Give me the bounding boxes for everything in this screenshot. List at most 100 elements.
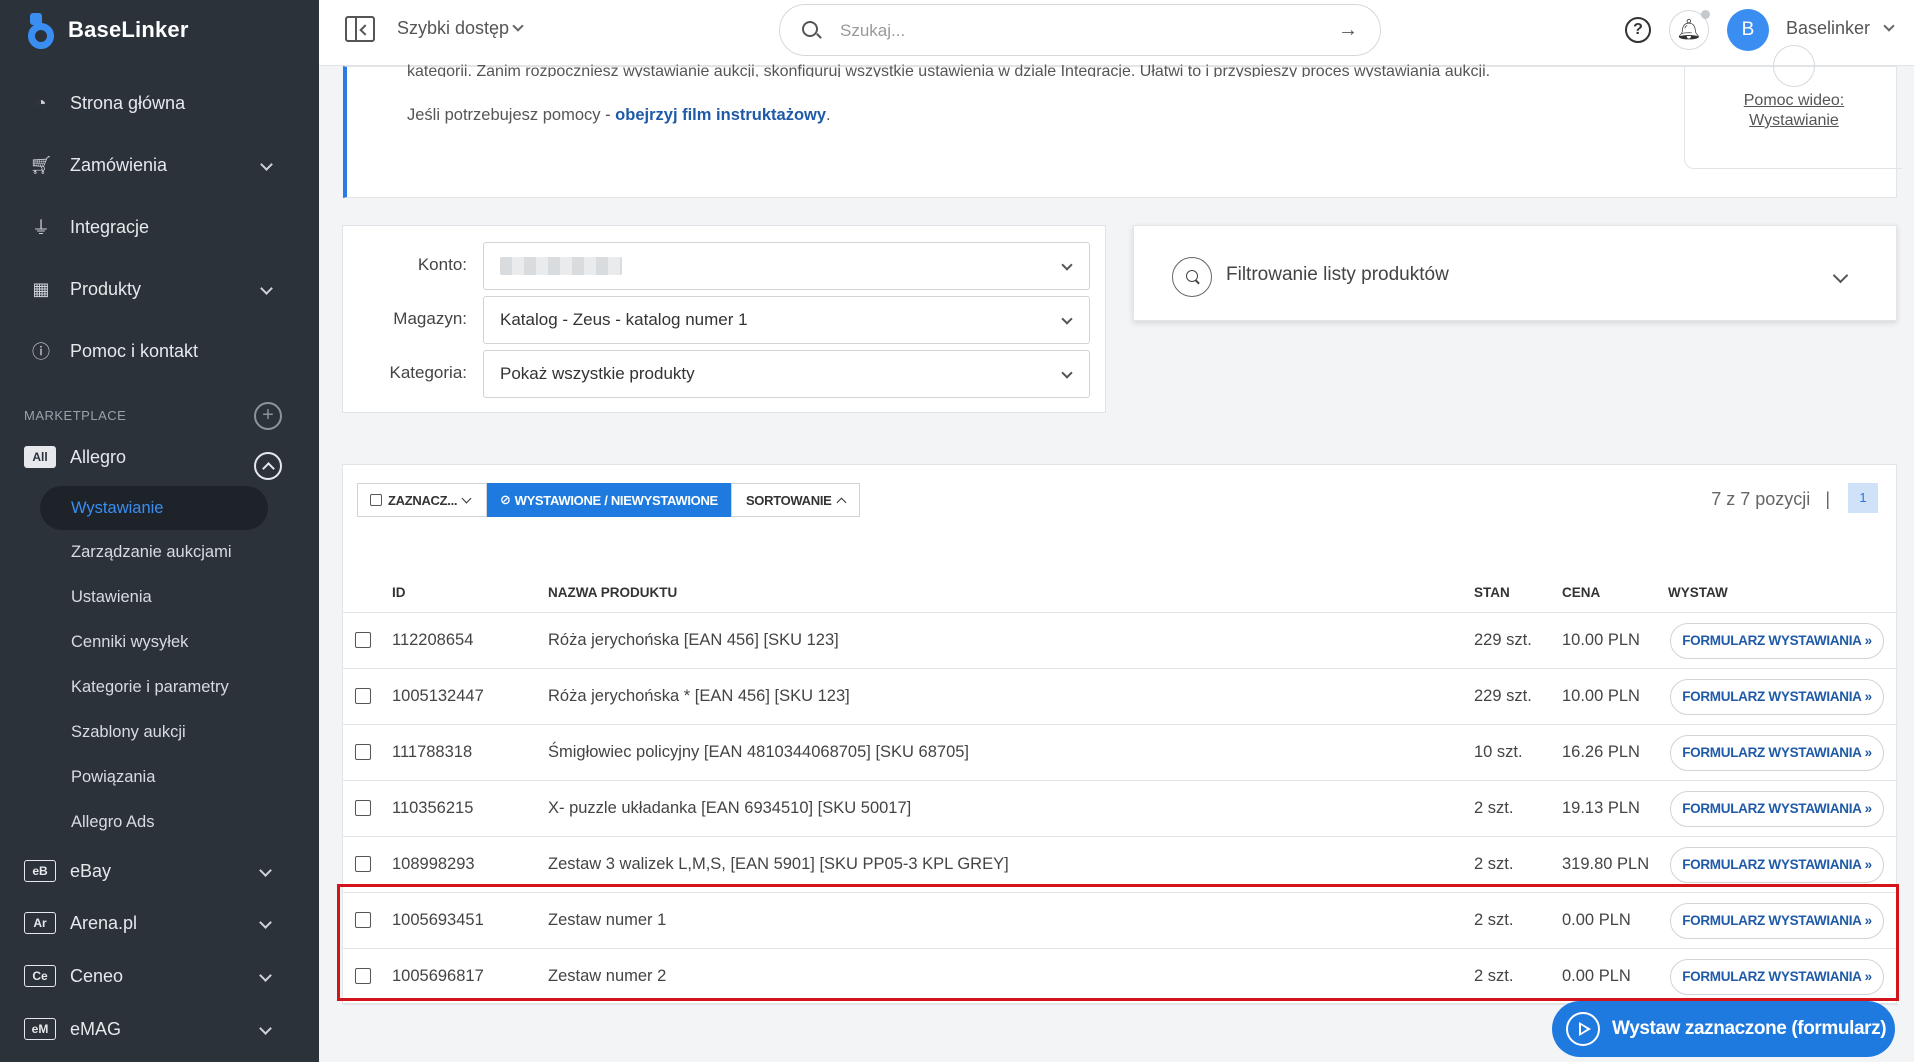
marketplace-arena[interactable]: Ar Arena.pl [24, 908, 294, 938]
listed-unlisted-button[interactable]: ⊘ WYSTAWIONE / NIEWYSTAWIONE [487, 483, 731, 517]
cell-name: Śmigłowiec policyjny [EAN 4810344068705]… [548, 743, 970, 761]
row-checkbox[interactable] [355, 688, 371, 704]
row-checkbox[interactable] [355, 800, 371, 816]
page-number-button[interactable]: 1 [1848, 483, 1878, 513]
listing-form-button[interactable]: FORMULARZ WYSTAWIANIA » [1670, 735, 1884, 771]
table-row: 110356215 X- puzzle układanka [EAN 69345… [343, 781, 1898, 837]
header-price[interactable]: CENA [1562, 585, 1600, 600]
listed-unlisted-label: WYSTAWIONE / NIEWYSTAWIONE [514, 492, 719, 508]
cell-name: Zestaw 3 walizek L,M,S, [EAN 5901] [SKU … [548, 855, 1009, 873]
info-box: kategorii. Zanim rozpoczniesz wystawiani… [343, 45, 1902, 198]
submenu-item-ustawienia[interactable]: Ustawienia [71, 585, 152, 609]
search-input[interactable] [840, 17, 1310, 45]
nav-item-label: Produkty [70, 278, 142, 299]
marketplace-ebay[interactable]: eB eBay [24, 856, 294, 886]
magazyn-select[interactable]: Katalog - Zeus - katalog numer 1 [483, 296, 1090, 344]
collapse-sidebar-icon[interactable] [345, 16, 375, 42]
konto-select[interactable] [483, 242, 1090, 290]
cell-price: 19.13 PLN [1562, 799, 1640, 817]
table-row: 111788318 Śmigłowiec policyjny [EAN 4810… [343, 725, 1898, 781]
nav-item-label: Integracje [70, 216, 150, 237]
video-help-link[interactable]: Pomoc wideo: Wystawianie [1685, 91, 1903, 131]
chevron-down-icon [259, 969, 272, 982]
header-id[interactable]: ID [392, 585, 406, 600]
header-name[interactable]: NAZWA PRODUKTU [548, 585, 677, 600]
submenu-item-szablony-aukcji[interactable]: Szablony aukcji [71, 720, 186, 744]
nav-item-orders[interactable]: 🛒︎ Zamówienia [0, 134, 319, 196]
help-circle-icon: ⓘ [32, 342, 50, 362]
header-stock[interactable]: STAN [1474, 585, 1510, 600]
sort-label: SORTOWANIE [745, 492, 832, 508]
chevron-down-icon [260, 158, 273, 171]
cell-id: 111788318 [392, 743, 473, 761]
marketplace-emag[interactable]: eM eMAG [24, 1014, 294, 1044]
listing-form-button[interactable]: FORMULARZ WYSTAWIANIA » [1670, 791, 1884, 827]
row-checkbox[interactable] [355, 744, 371, 760]
cell-id: 1005132447 [392, 687, 484, 705]
add-marketplace-plus-icon[interactable]: + [254, 402, 282, 430]
chevron-down-icon [259, 916, 272, 929]
help-icon[interactable]: ? [1625, 17, 1651, 43]
video-help-line2: Wystawianie [1749, 112, 1839, 129]
sort-button[interactable]: SORTOWANIE [730, 483, 860, 517]
listing-form-button[interactable]: FORMULARZ WYSTAWIANIA » [1670, 847, 1884, 883]
info-text-cut: kategorii. Zanim rozpoczniesz wystawiani… [407, 63, 1491, 77]
chevron-up-icon [836, 497, 846, 507]
count-separator: | [1825, 489, 1830, 509]
logo[interactable]: BaseLinker [24, 10, 189, 50]
kategoria-select[interactable]: Pokaż wszystkie produkty [483, 350, 1090, 398]
avatar[interactable]: B [1727, 9, 1769, 51]
row-checkbox[interactable] [355, 856, 371, 872]
list-selected-label: Wystaw zaznaczone (formularz) [1612, 1018, 1887, 1039]
chevron-down-icon [259, 864, 272, 877]
submenu-item-zarzadzanie-aukcjami[interactable]: Zarządzanie aukcjami [71, 540, 232, 564]
header-action: WYSTAW [1668, 585, 1728, 600]
search-bar: → [779, 4, 1381, 56]
select-dropdown-button[interactable]: ZAZNACZ... [357, 483, 487, 517]
submenu-item-cenniki-wysylek[interactable]: Cenniki wysyłek [71, 630, 188, 654]
product-filter-panel[interactable]: Filtrowanie listy produktów [1133, 225, 1897, 321]
cell-stock: 2 szt. [1474, 855, 1514, 873]
list-selected-button[interactable]: Wystaw zaznaczone (formularz) [1552, 1001, 1895, 1057]
kategoria-value: Pokaż wszystkie produkty [500, 364, 695, 383]
help-text: Jeśli potrzebujesz pomocy - obejrzyj fil… [407, 106, 831, 125]
main-nav: ◔ Strona główna 🛒︎ Zamówienia ⏚ Integrac… [0, 72, 319, 382]
row-checkbox[interactable] [355, 632, 371, 648]
marketplace-label-ceneo: Ceneo [70, 965, 124, 986]
submenu-item-allegro-ads[interactable]: Allegro Ads [71, 810, 154, 834]
marketplace-label-ebay: eBay [70, 860, 112, 881]
cell-price: 319.80 PLN [1562, 855, 1650, 873]
cell-id: 108998293 [392, 855, 475, 873]
tutorial-video-link[interactable]: obejrzyj film instruktażowy [615, 106, 826, 124]
listing-form-button[interactable]: FORMULARZ WYSTAWIANIA » [1670, 679, 1884, 715]
cell-stock: 229 szt. [1474, 631, 1532, 649]
submenu-item-powiazania[interactable]: Powiązania [71, 765, 155, 789]
checkbox-icon [370, 494, 382, 506]
help-suffix: . [826, 106, 831, 124]
nav-item-help[interactable]: ⓘ Pomoc i kontakt [0, 320, 319, 382]
arrow-right-icon[interactable]: → [1338, 19, 1358, 42]
search-icon [1172, 257, 1212, 297]
kategoria-label: Kategoria: [389, 363, 468, 382]
nav-item-home[interactable]: ◔ Strona główna [0, 72, 319, 134]
plug-icon: ⏚ [32, 218, 50, 238]
submenu-item-wystawianie[interactable]: Wystawianie [71, 496, 163, 520]
video-play-icon [1773, 45, 1815, 87]
chevron-up-icon[interactable] [254, 452, 282, 480]
nav-item-integrations[interactable]: ⏚ Integracje [0, 196, 319, 258]
table-row: 1005132447 Róża jerychońska * [EAN 456] … [343, 669, 1898, 725]
user-name[interactable]: Baselinker [1786, 18, 1870, 39]
submenu-item-kategorie-i-parametry[interactable]: Kategorie i parametry [71, 675, 229, 699]
eye-off-icon: ⊘ [500, 492, 511, 507]
konto-label: Konto: [417, 255, 467, 274]
video-help-box[interactable]: Pomoc wideo: Wystawianie [1684, 45, 1903, 169]
marketplace-ceneo[interactable]: Ce Ceneo [24, 961, 294, 991]
magazyn-label: Magazyn: [393, 309, 467, 328]
highlight-frame [337, 884, 1899, 1001]
toolbar: ZAZNACZ... ⊘ WYSTAWIONE / NIEWYSTAWIONE … [357, 483, 860, 517]
table-row: 112208654 Róża jerychońska [EAN 456] [SK… [343, 613, 1898, 669]
nav-item-products[interactable]: ▦ Produkty [0, 258, 319, 320]
listing-form-button[interactable]: FORMULARZ WYSTAWIANIA » [1670, 623, 1884, 659]
quick-access-menu[interactable]: Szybki dostęp [397, 18, 509, 39]
dashboard-icon: ◔ [35, 92, 47, 113]
